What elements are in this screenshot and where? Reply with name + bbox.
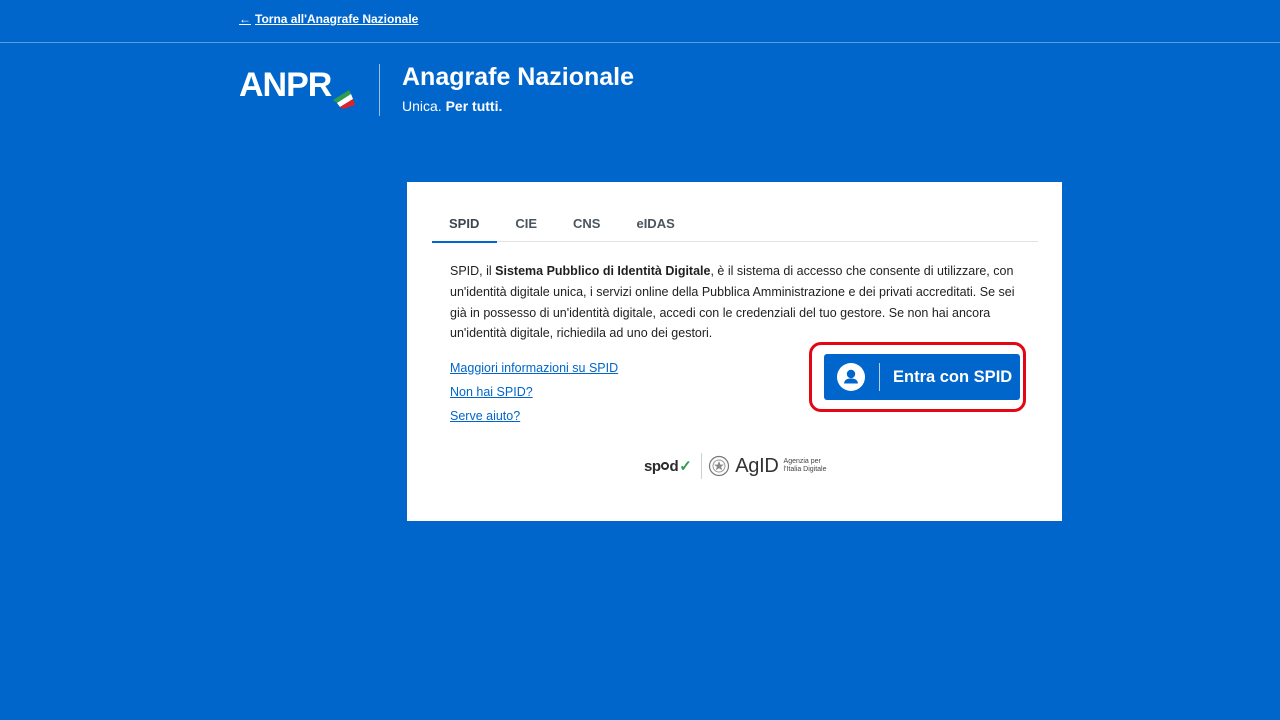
- login-card: SPID CIE CNS eIDAS SPID, il Sistema Pubb…: [407, 182, 1062, 521]
- spid-description: SPID, il Sistema Pubblico di Identità Di…: [450, 261, 1030, 344]
- user-circle-icon: [837, 363, 865, 391]
- desc-bold: Sistema Pubblico di Identità Digitale: [495, 264, 711, 278]
- entra-con-spid-button[interactable]: Entra con SPID: [824, 354, 1020, 400]
- footer-logos: sp d ✓ AgID Agenzia per l'Italia Digital…: [644, 453, 836, 479]
- site-tagline: Unica. Per tutti.: [402, 98, 634, 114]
- site-title: Anagrafe Nazionale: [402, 63, 635, 91]
- spid-logo-part1: sp: [644, 457, 661, 475]
- tab-cns[interactable]: CNS: [555, 208, 618, 241]
- tagline-part1: Unica.: [402, 98, 442, 114]
- tab-cie[interactable]: CIE: [497, 208, 555, 241]
- more-info-spid-link[interactable]: Maggiori informazioni su SPID: [450, 356, 618, 380]
- brand-header: ANPR Anagrafe Nazionale Unica. Per tutti…: [239, 62, 634, 116]
- desc-part1: SPID, il: [450, 264, 496, 278]
- logo-text: ANPR: [239, 66, 332, 104]
- italian-flag-swoosh-icon: [333, 90, 355, 109]
- agid-subtitle: Agenzia per l'Italia Digitale: [783, 458, 827, 473]
- agid-logo-text: AgID: [735, 454, 779, 477]
- need-help-link[interactable]: Serve aiuto?: [450, 404, 618, 428]
- auth-tabs: SPID CIE CNS eIDAS: [432, 208, 1038, 243]
- spid-logo: sp d ✓: [644, 457, 692, 476]
- entra-con-spid-label: Entra con SPID: [893, 367, 1013, 386]
- anpr-logo[interactable]: ANPR: [239, 62, 359, 114]
- back-link-label: Torna all'Anagrafe Nazionale: [255, 12, 419, 26]
- italian-emblem-icon: [709, 455, 730, 477]
- spid-logo-dot: [661, 462, 670, 470]
- tab-eidas[interactable]: eIDAS: [618, 208, 692, 241]
- button-separator: [879, 363, 880, 391]
- spid-logo-part2: d: [669, 457, 679, 475]
- top-bar: ← Torna all'Anagrafe Nazionale: [0, 0, 1280, 43]
- tagline-part2: Per tutti.: [445, 98, 503, 114]
- check-icon: ✓: [679, 458, 692, 475]
- brand-divider: [379, 64, 380, 116]
- help-links: Maggiori informazioni su SPID Non hai SP…: [450, 356, 618, 428]
- brand-text: Anagrafe Nazionale Unica. Per tutti.: [402, 62, 634, 114]
- logo-separator: [701, 453, 703, 479]
- tab-spid[interactable]: SPID: [432, 208, 498, 243]
- arrow-left-icon: ←: [239, 12, 251, 26]
- no-spid-link[interactable]: Non hai SPID?: [450, 380, 618, 404]
- back-to-anagrafe-link[interactable]: ← Torna all'Anagrafe Nazionale: [239, 12, 418, 26]
